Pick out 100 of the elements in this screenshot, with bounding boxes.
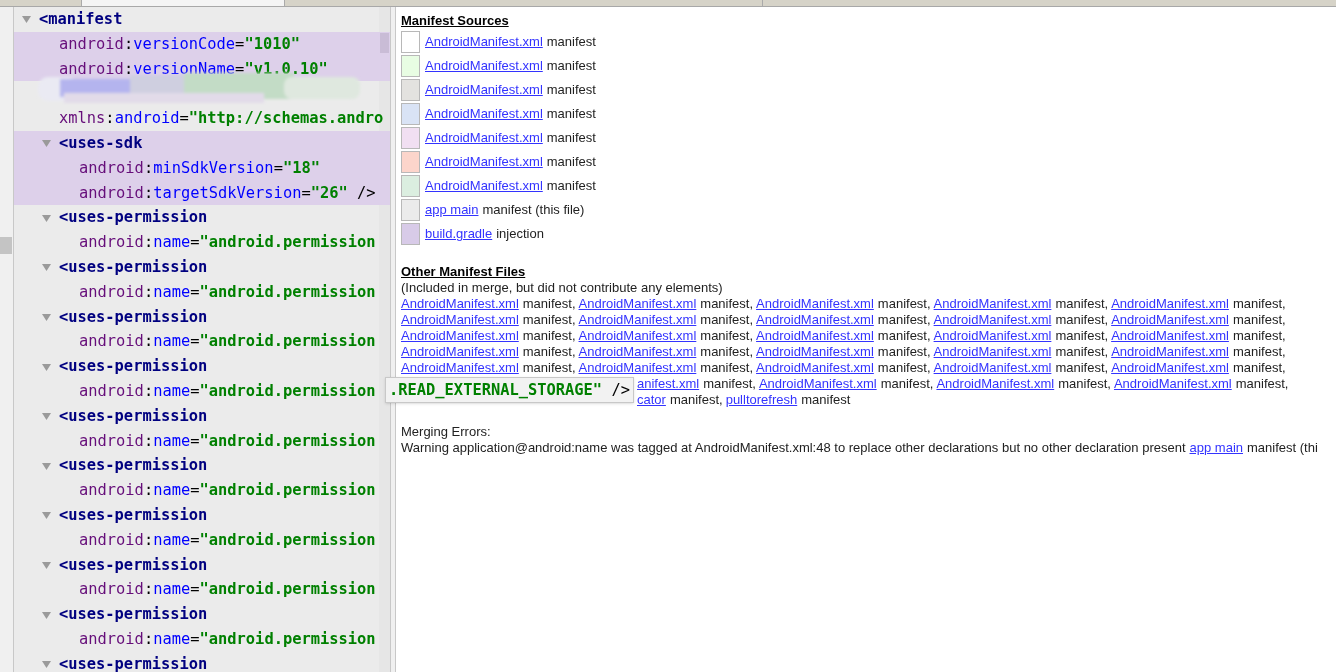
code-line: android:versionCode="1010"	[59, 33, 300, 55]
code-line: <uses-permission	[59, 306, 208, 328]
file-link[interactable]: AndroidManifest.xml	[425, 32, 543, 52]
fold-down-icon[interactable]	[42, 511, 51, 520]
fold-down-icon[interactable]	[42, 312, 51, 321]
file-type: manifest,	[522, 296, 576, 312]
file-link[interactable]: AndroidManifest.xml	[578, 360, 697, 376]
code-line: <uses-permission	[59, 256, 208, 278]
file-link[interactable]: AndroidManifest.xml	[756, 344, 874, 360]
file-link[interactable]: AndroidManifest.xml	[933, 296, 1052, 312]
scrollbar-thumb[interactable]	[380, 33, 389, 53]
fold-down-icon[interactable]	[42, 362, 51, 371]
file-type: manifest,	[877, 328, 931, 344]
file-link[interactable]: AndroidManifest.xml	[933, 360, 1052, 376]
code-line: <uses-permission	[59, 604, 208, 626]
fold-down-icon[interactable]	[42, 139, 51, 148]
file-link[interactable]: AndroidManifest.xml	[933, 312, 1052, 328]
file-link[interactable]: AndroidManifest.xml	[1111, 296, 1229, 312]
code-line: <uses-permission	[59, 405, 208, 427]
source-type: injection	[496, 225, 544, 244]
source-type: manifest (this file)	[482, 201, 585, 220]
file-type: manifest	[801, 392, 851, 408]
file-link[interactable]: AndroidManifest.xml	[1111, 344, 1229, 360]
code-line: <uses-permission	[59, 455, 208, 477]
code-line: xmlns:android="http://schemas.andro	[59, 108, 384, 130]
file-type: manifest,	[522, 344, 576, 360]
code-line: android:versionName="v1.0.10"	[59, 58, 328, 80]
code-line: android:name="android.permission	[79, 480, 376, 502]
file-type: manifest,	[522, 312, 576, 328]
file-link[interactable]: AndroidManifest.xml	[425, 176, 543, 196]
fold-down-icon[interactable]	[42, 213, 51, 222]
file-type: manifest,	[700, 344, 754, 360]
file-type: manifest,	[877, 344, 931, 360]
code-line: android:name="android.permission	[79, 331, 376, 353]
fold-down-icon[interactable]	[22, 15, 31, 24]
file-link[interactable]: AndroidManifest.xml	[756, 296, 874, 312]
file-type: manifest,	[700, 328, 754, 344]
file-link[interactable]: AndroidManifest.xml	[578, 296, 697, 312]
file-link[interactable]: AndroidManifest.xml	[578, 328, 697, 344]
file-link[interactable]: AndroidManifest.xml	[1113, 376, 1232, 392]
file-type: manifest,	[703, 376, 756, 392]
file-type: manifest,	[700, 360, 754, 376]
file-link[interactable]: AndroidManifest.xml	[1111, 312, 1229, 328]
code-line: <uses-permission	[59, 207, 208, 229]
file-link[interactable]: AndroidManifest.xml	[936, 376, 1055, 392]
file-link[interactable]: AndroidManifest.xml	[425, 104, 543, 124]
file-type: manifest,	[1232, 296, 1286, 312]
file-link[interactable]: AndroidManifest.xml	[756, 328, 874, 344]
file-link[interactable]: AndroidManifest.xml	[425, 80, 543, 100]
fold-down-icon[interactable]	[42, 461, 51, 470]
file-link[interactable]: AndroidManifest.xml	[933, 328, 1052, 344]
file-link[interactable]: build.gradle	[425, 224, 493, 244]
file-link[interactable]: AndroidManifest.xml	[758, 376, 877, 392]
file-link[interactable]: app main	[1189, 440, 1243, 456]
code-line: <uses-permission	[59, 356, 208, 378]
file-link[interactable]: AndroidManifest.xml	[425, 56, 543, 76]
file-type: manifest,	[1058, 376, 1111, 392]
file-link[interactable]: AndroidManifest.xml	[578, 344, 697, 360]
code-line: android:targetSdkVersion="26" />	[79, 182, 376, 204]
file-link[interactable]: cator	[637, 392, 666, 408]
fold-down-icon[interactable]	[42, 660, 51, 669]
file-link[interactable]: AndroidManifest.xml	[425, 128, 543, 148]
file-type: manifest,	[1055, 360, 1109, 376]
file-link[interactable]: AndroidManifest.xml	[401, 312, 519, 328]
file-type: manifest,	[1055, 296, 1109, 312]
file-type: manifest,	[1055, 328, 1109, 344]
file-type: manifest,	[1232, 360, 1286, 376]
file-link[interactable]: app main	[425, 200, 479, 220]
code-line: <manifest	[39, 9, 123, 30]
file-link[interactable]: AndroidManifest.xml	[756, 360, 874, 376]
section-heading: Merging Errors:	[401, 424, 492, 440]
fold-down-icon[interactable]	[42, 560, 51, 569]
file-link[interactable]: AndroidManifest.xml	[401, 344, 519, 360]
code-line: android:name="android.permission	[79, 430, 376, 452]
fold-down-icon[interactable]	[42, 610, 51, 619]
file-link[interactable]: AndroidManifest.xml	[756, 312, 874, 328]
fold-down-icon[interactable]	[42, 412, 51, 421]
file-link[interactable]: AndroidManifest.xml	[1111, 328, 1229, 344]
code-line: android:name="android.permission	[79, 380, 376, 402]
file-link[interactable]: AndroidManifest.xml	[578, 312, 697, 328]
file-link[interactable]: AndroidManifest.xml	[425, 152, 543, 172]
source-type: manifest	[546, 153, 596, 172]
code-line: android:minSdkVersion="18"	[79, 157, 320, 179]
file-link[interactable]: AndroidManifest.xml	[401, 328, 519, 344]
file-type: manifest,	[880, 376, 934, 392]
code-line: android:name="android.permission	[79, 529, 376, 551]
fold-down-icon[interactable]	[42, 263, 51, 272]
file-type: manifest,	[877, 312, 931, 328]
file-link[interactable]: anifest.xml	[637, 376, 700, 392]
file-type: manifest,	[700, 296, 754, 312]
source-type: manifest	[546, 57, 596, 76]
file-link[interactable]: AndroidManifest.xml	[401, 296, 519, 312]
file-type: manifest,	[877, 296, 931, 312]
file-link[interactable]: AndroidManifest.xml	[1111, 360, 1229, 376]
file-link[interactable]: AndroidManifest.xml	[933, 344, 1052, 360]
section-heading: Other Manifest Files	[401, 264, 527, 280]
file-link[interactable]: AndroidManifest.xml	[401, 360, 519, 376]
file-link[interactable]: pulltorefresh	[725, 392, 798, 408]
source-type: manifest	[546, 105, 596, 124]
error-message: Warning application@android:name was tagged at AndroidManifest.xml:48 to replace other declarations but no other declaration present	[401, 440, 1186, 456]
